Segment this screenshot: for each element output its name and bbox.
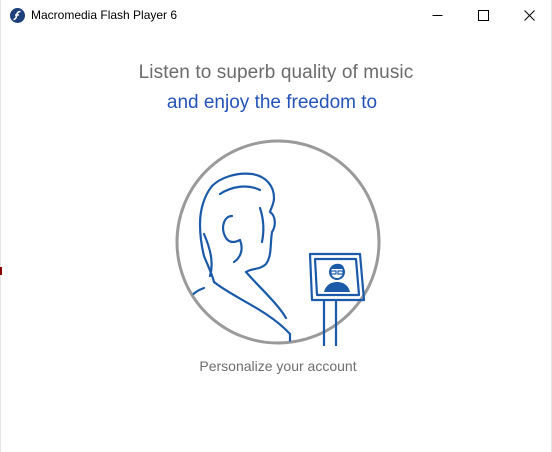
maximize-button[interactable] [460, 0, 506, 31]
headline-line-1: Listen to superb quality of music [138, 62, 414, 83]
flash-player-icon [10, 8, 25, 23]
title-bar[interactable]: Macromedia Flash Player 6 [1, 0, 551, 31]
person-video-call-illustration [174, 138, 382, 350]
headline-line-2: and enjoy the freedom to [166, 92, 378, 113]
window-title: Macromedia Flash Player 6 [31, 8, 178, 22]
minimize-icon [432, 15, 442, 16]
close-button[interactable] [506, 0, 552, 31]
minimize-button[interactable] [414, 0, 460, 31]
maximize-icon [477, 10, 489, 21]
video-call-avatar-icon [320, 261, 354, 293]
edge-marker [0, 267, 2, 275]
personalize-account-link[interactable]: Personalize your account [1, 358, 552, 374]
app-window: Macromedia Flash Player 6 Listen to supe… [0, 0, 552, 452]
main-content: Listen to superb quality of music and en… [1, 31, 551, 452]
close-icon [523, 10, 535, 21]
